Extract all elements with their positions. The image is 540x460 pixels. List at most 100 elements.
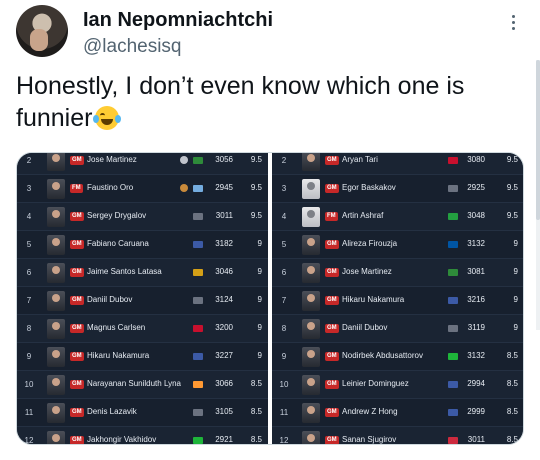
player-name: Daniil Dubov bbox=[342, 323, 388, 332]
rank: 3 bbox=[281, 184, 287, 193]
country-flag-icon bbox=[193, 185, 203, 192]
player-photo bbox=[302, 153, 320, 171]
player-photo bbox=[47, 179, 65, 199]
rating: 3105 bbox=[215, 407, 233, 416]
rating: 2994 bbox=[467, 379, 485, 388]
leaderboard-row: 10 GM Leinier Dominguez 2994 8.5 bbox=[272, 371, 523, 399]
leaderboard-rows-left: 2 GM Jose Martinez 3056 9.5 3 FM Faustino Oro 29… bbox=[17, 153, 268, 445]
score: 8.5 bbox=[250, 407, 262, 416]
tweet-header: Ian Nepomniachtchi @lachesisq bbox=[16, 5, 524, 61]
rating: 2921 bbox=[215, 435, 233, 444]
leaderboard-row: 4 FM Artin Ashraf 3048 9.5 bbox=[272, 203, 523, 231]
player-photo bbox=[302, 235, 320, 255]
rating: 3132 bbox=[467, 239, 485, 248]
author-handle[interactable]: @lachesisq bbox=[83, 36, 182, 58]
country-flag-icon bbox=[193, 325, 203, 332]
title-badge: GM bbox=[325, 324, 339, 333]
player-photo bbox=[47, 235, 65, 255]
rating: 3048 bbox=[467, 211, 485, 220]
medal-icon bbox=[180, 156, 188, 164]
title-badge: GM bbox=[70, 156, 84, 165]
leaderboard-row: 10 GM Narayanan Sunilduth Lyna 3066 8.5 bbox=[17, 371, 268, 399]
leaderboard-row: 5 GM Alireza Firouzja 3132 9 bbox=[272, 231, 523, 259]
score: 8.5 bbox=[506, 351, 518, 360]
rating: 2999 bbox=[467, 407, 485, 416]
player-name: Daniil Dubov bbox=[87, 295, 133, 304]
title-badge: GM bbox=[70, 436, 84, 444]
score: 8.5 bbox=[506, 379, 518, 388]
player-name: Leinier Dominguez bbox=[342, 379, 409, 388]
country-flag-icon bbox=[193, 409, 203, 416]
leaderboard-row: 7 GM Hikaru Nakamura 3216 9 bbox=[272, 287, 523, 315]
rank: 9 bbox=[281, 352, 287, 361]
rating: 3011 bbox=[215, 211, 233, 220]
leaderboard-row: 2 GM Jose Martinez 3056 9.5 bbox=[17, 153, 268, 175]
rating: 3132 bbox=[467, 351, 485, 360]
rating: 3080 bbox=[467, 155, 485, 164]
score: 8.5 bbox=[506, 407, 518, 416]
title-badge: GM bbox=[70, 268, 84, 277]
country-flag-icon bbox=[193, 437, 203, 444]
leaderboard-row: 9 GM Hikaru Nakamura 3227 9 bbox=[17, 343, 268, 371]
player-photo bbox=[302, 207, 320, 227]
leaderboard-row: 11 GM Denis Lazavik 3105 8.5 bbox=[17, 399, 268, 427]
player-name: Hikaru Nakamura bbox=[342, 295, 405, 304]
leaderboard-screenshot-left[interactable]: 2 GM Jose Martinez 3056 9.5 3 FM Faustino Oro 29… bbox=[17, 153, 268, 445]
country-flag-icon bbox=[193, 157, 203, 164]
title-badge: GM bbox=[70, 324, 84, 333]
player-photo bbox=[47, 347, 65, 367]
tweet-media[interactable]: 2 GM Jose Martinez 3056 9.5 3 FM Faustino Oro 29… bbox=[16, 152, 524, 445]
player-photo bbox=[47, 319, 65, 339]
leaderboard-row: 4 GM Sergey Drygalov 3011 9.5 bbox=[17, 203, 268, 231]
leaderboard-row: 8 GM Daniil Dubov 3119 9 bbox=[272, 315, 523, 343]
author-name[interactable]: Ian Nepomniachtchi bbox=[83, 9, 273, 32]
scrollbar-thumb[interactable] bbox=[536, 60, 540, 220]
leaderboard-screenshot-right[interactable]: 2 GM Aryan Tari 3080 9.5 3 GM Egor Baskakov 2925… bbox=[272, 153, 523, 444]
tweet-body: Honestly, I don’t even know which one is… bbox=[16, 72, 465, 132]
medal-icon bbox=[180, 184, 188, 192]
avatar[interactable] bbox=[16, 5, 68, 57]
page-scrollbar[interactable] bbox=[536, 60, 540, 330]
player-photo bbox=[302, 319, 320, 339]
title-badge: GM bbox=[70, 408, 84, 417]
score: 9.5 bbox=[506, 211, 518, 220]
player-name: Aryan Tari bbox=[342, 155, 378, 164]
rank: 2 bbox=[26, 156, 32, 165]
country-flag-icon bbox=[193, 381, 203, 388]
player-name: Denis Lazavik bbox=[87, 407, 137, 416]
rank: 11 bbox=[279, 408, 289, 417]
leaderboard-row: 3 GM Egor Baskakov 2925 9.5 bbox=[272, 175, 523, 203]
title-badge: GM bbox=[325, 268, 339, 277]
rating: 3056 bbox=[215, 155, 233, 164]
title-badge: GM bbox=[325, 296, 339, 305]
player-name: Egor Baskakov bbox=[342, 183, 396, 192]
title-badge: GM bbox=[325, 184, 339, 193]
rating: 3066 bbox=[215, 379, 233, 388]
title-badge: GM bbox=[70, 240, 84, 249]
player-name: Jose Martinez bbox=[342, 267, 392, 276]
title-badge: GM bbox=[70, 212, 84, 221]
rank: 8 bbox=[26, 324, 32, 333]
rating: 3046 bbox=[215, 267, 233, 276]
player-photo bbox=[302, 263, 320, 283]
title-badge: GM bbox=[70, 380, 84, 389]
player-photo bbox=[47, 207, 65, 227]
player-name: Sergey Drygalov bbox=[87, 211, 147, 220]
player-photo bbox=[47, 375, 65, 395]
title-badge: GM bbox=[70, 296, 84, 305]
rank: 4 bbox=[26, 212, 32, 221]
title-badge: GM bbox=[325, 156, 339, 165]
title-badge: GM bbox=[325, 436, 339, 444]
player-photo bbox=[47, 291, 65, 311]
player-photo bbox=[302, 347, 320, 367]
leaderboard-row: 12 GM Sanan Sjugirov 3011 8.5 bbox=[272, 427, 523, 444]
title-badge: FM bbox=[325, 212, 338, 221]
rank: 12 bbox=[24, 436, 34, 445]
score: 9.5 bbox=[250, 155, 262, 164]
more-options-icon[interactable] bbox=[510, 15, 516, 35]
leaderboard-row: 2 GM Aryan Tari 3080 9.5 bbox=[272, 153, 523, 175]
rating: 3182 bbox=[215, 239, 233, 248]
title-badge: FM bbox=[70, 184, 83, 193]
score: 9 bbox=[513, 239, 518, 248]
leaderboard-row: 3 FM Faustino Oro 2945 9.5 bbox=[17, 175, 268, 203]
